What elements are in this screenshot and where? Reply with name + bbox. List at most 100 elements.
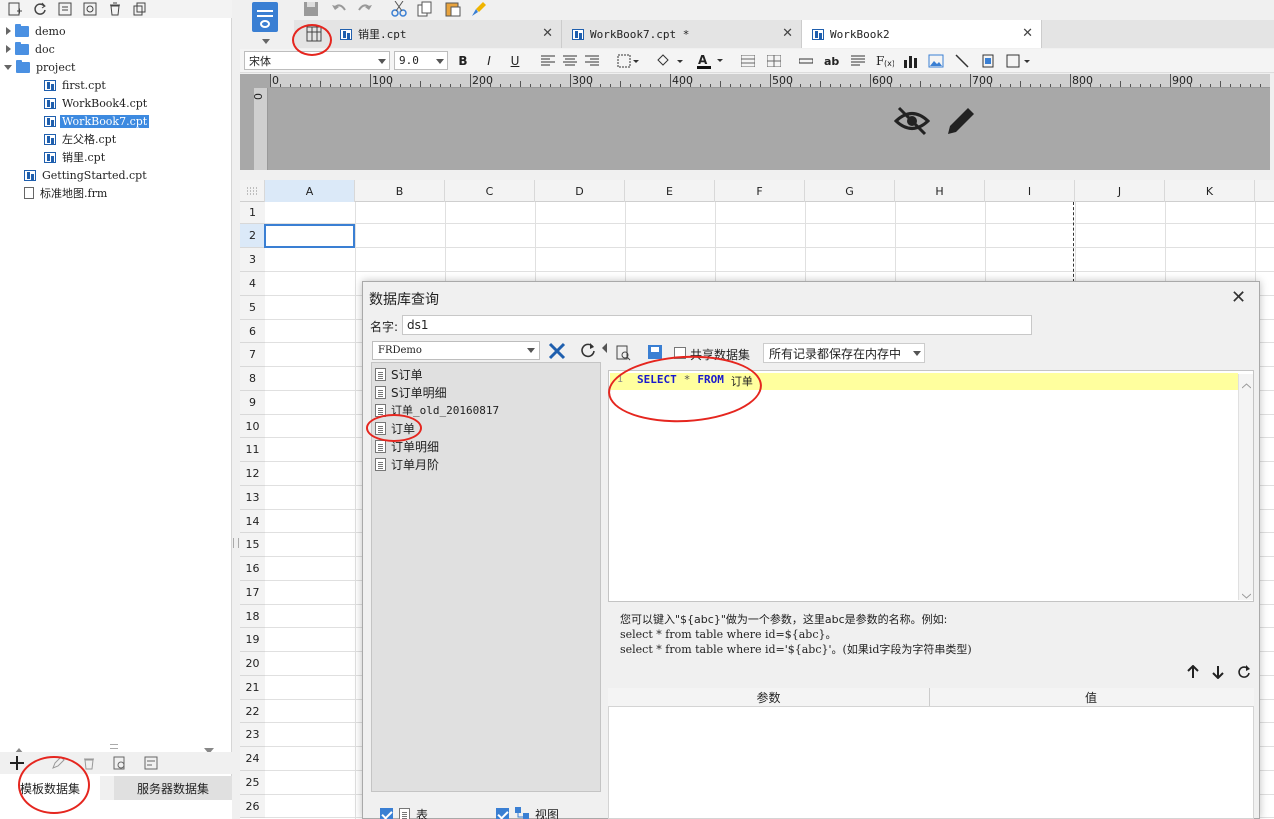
arrow-down-icon[interactable] xyxy=(1212,665,1224,682)
tree-item-standard-map[interactable]: 标准地图.frm xyxy=(24,184,109,202)
format-painter-icon[interactable] xyxy=(470,0,487,17)
panel-divider-handle[interactable] xyxy=(110,744,118,749)
row-header-cell[interactable]: 5 xyxy=(240,296,265,320)
collapse-icon[interactable] xyxy=(4,64,12,70)
row-header-cell[interactable]: 12 xyxy=(240,462,265,486)
redo-icon[interactable] xyxy=(356,0,373,17)
underline-button[interactable]: U xyxy=(508,52,522,70)
tree-item-workbook4[interactable]: WorkBook4.cpt xyxy=(44,94,149,112)
row-header-cell[interactable]: 21 xyxy=(240,676,265,700)
expand-icon[interactable] xyxy=(6,45,11,53)
cut-icon[interactable] xyxy=(390,0,407,17)
tree-item-getting-started[interactable]: GettingStarted.cpt xyxy=(24,166,149,184)
filter-table-checkbox[interactable]: 表 xyxy=(380,806,428,819)
sql-scrollbar[interactable] xyxy=(1238,374,1253,600)
edit-pencil-icon[interactable] xyxy=(944,104,978,141)
memory-mode-select[interactable]: 所有记录都保存在内存中 xyxy=(763,343,925,363)
merge-cells-icon[interactable] xyxy=(740,52,756,70)
refresh-params-icon[interactable] xyxy=(1237,665,1251,682)
delete-icon[interactable] xyxy=(106,1,123,18)
row-header-cell[interactable]: 25 xyxy=(240,771,265,795)
tree-item-first-cpt[interactable]: first.cpt xyxy=(44,76,108,94)
row-header-cell[interactable]: 8 xyxy=(240,367,265,391)
row-header-cell[interactable]: 13 xyxy=(240,486,265,510)
row-header-cell[interactable]: 17 xyxy=(240,581,265,605)
row-header-cell[interactable]: 1 xyxy=(240,202,265,224)
row-header-cell[interactable]: 9 xyxy=(240,391,265,415)
table-item[interactable]: S订单明细 xyxy=(375,383,447,401)
row-header-cell[interactable]: 18 xyxy=(240,605,265,628)
save-icon[interactable] xyxy=(302,0,319,17)
split-cells-icon[interactable] xyxy=(766,52,782,70)
arrow-up-icon[interactable] xyxy=(1187,664,1199,682)
column-header-cell[interactable]: K xyxy=(1165,180,1255,202)
column-header-cell[interactable]: C xyxy=(445,180,535,202)
align-right-icon[interactable] xyxy=(584,52,600,70)
column-header-cell[interactable]: J xyxy=(1075,180,1165,202)
expand-icon[interactable] xyxy=(6,27,11,35)
tree-item-sales[interactable]: 销里.cpt xyxy=(44,148,107,166)
row-header-cell[interactable]: 6 xyxy=(240,320,265,343)
column-header-cell[interactable]: I xyxy=(985,180,1075,202)
tab-server-dataset[interactable]: 服务器数据集 xyxy=(114,776,232,800)
bold-button[interactable]: B xyxy=(456,52,470,70)
tree-item-demo[interactable]: demo xyxy=(6,22,68,40)
italic-button[interactable]: I xyxy=(482,52,496,70)
tab-workbook2[interactable]: WorkBook2 ✕ xyxy=(802,20,1042,48)
close-icon[interactable]: ✕ xyxy=(1022,26,1033,41)
tree-item-doc[interactable]: doc xyxy=(6,40,57,58)
row-header-cell[interactable]: 3 xyxy=(240,248,265,272)
filter-view-checkbox[interactable]: 视图 xyxy=(496,806,559,819)
paste-icon[interactable] xyxy=(444,0,461,17)
border-icon[interactable] xyxy=(616,52,640,70)
open-file-icon[interactable] xyxy=(56,1,73,18)
slash-icon[interactable] xyxy=(954,52,970,70)
connection-select[interactable]: FRDemo xyxy=(372,341,540,360)
font-color-icon[interactable]: A xyxy=(696,52,726,70)
row-header-cell[interactable]: 24 xyxy=(240,747,265,771)
template-dropdown-icon[interactable] xyxy=(262,34,270,48)
row-header-cell[interactable]: 14 xyxy=(240,510,265,533)
template-icon[interactable] xyxy=(252,2,278,32)
table-item[interactable]: 订单月阶 xyxy=(375,455,439,473)
settings-icon[interactable] xyxy=(81,1,98,18)
align-left-icon[interactable] xyxy=(540,52,556,70)
close-icon[interactable]: ✕ xyxy=(782,26,793,41)
new-file-icon[interactable] xyxy=(6,1,23,18)
tab-workbook7[interactable]: WorkBook7.cpt * ✕ xyxy=(562,20,802,48)
preview-icon[interactable] xyxy=(616,345,632,364)
column-header-cell[interactable]: E xyxy=(625,180,715,202)
row-header-cell[interactable]: 23 xyxy=(240,723,265,747)
selected-cell[interactable] xyxy=(264,224,355,248)
dataset-settings-icon[interactable] xyxy=(142,755,159,772)
name-input[interactable]: ds1 xyxy=(402,315,1032,335)
copy-icon[interactable] xyxy=(416,0,433,17)
column-header-cell[interactable]: D xyxy=(535,180,625,202)
refresh-icon[interactable] xyxy=(31,1,48,18)
tree-item-left-parent[interactable]: 左父格.cpt xyxy=(44,130,118,148)
image-icon[interactable] xyxy=(928,52,944,70)
row-header-cell[interactable]: 20 xyxy=(240,652,265,676)
undo-icon[interactable] xyxy=(330,0,347,17)
insert-row-icon[interactable] xyxy=(798,52,814,70)
parameter-table[interactable] xyxy=(608,688,1254,819)
tree-item-workbook7[interactable]: WorkBook7.cpt xyxy=(44,112,150,130)
row-header-cell[interactable]: 11 xyxy=(240,438,265,462)
row-header-cell[interactable]: 19 xyxy=(240,628,265,652)
row-header-cell[interactable]: 15 xyxy=(240,533,265,557)
row-header-cell[interactable]: 16 xyxy=(240,557,265,581)
connection-settings-icon[interactable] xyxy=(548,342,566,363)
column-header-cell[interactable]: B xyxy=(355,180,445,202)
row-header-cell[interactable]: 2 xyxy=(240,224,265,248)
row-header-cell[interactable]: 22 xyxy=(240,700,265,723)
copy-icon[interactable] xyxy=(131,1,148,18)
text-cell-icon[interactable]: ab xyxy=(824,52,840,70)
more-icon[interactable] xyxy=(1006,52,1032,70)
scroll-down-icon[interactable] xyxy=(1241,588,1252,602)
close-icon[interactable]: ✕ xyxy=(1231,287,1246,308)
row-header-cell[interactable]: 7 xyxy=(240,343,265,367)
sub-report-icon[interactable] xyxy=(980,52,996,70)
row-header-cell[interactable]: 26 xyxy=(240,795,265,818)
splitter-grip[interactable] xyxy=(233,538,239,548)
formula-icon[interactable]: F (x) xyxy=(876,52,894,70)
